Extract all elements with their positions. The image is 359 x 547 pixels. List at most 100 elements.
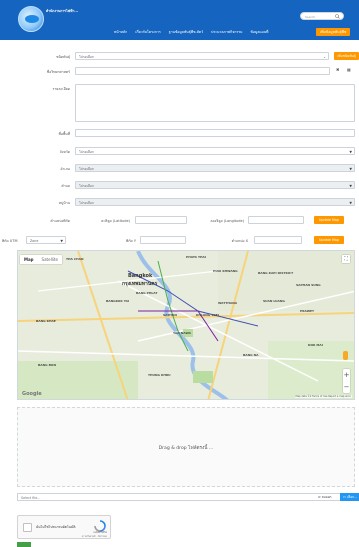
province-label: จังหวัด bbox=[59, 150, 70, 154]
village-select-value: โปรดเลือก bbox=[79, 200, 94, 205]
district-select[interactable]: โปรดเลือก ▼ bbox=[75, 164, 355, 172]
map-place-label: HUAI KHWANG bbox=[213, 269, 238, 273]
recaptcha-label: ฉันไม่ใช่โปรแกรมอัตโนมัติ bbox=[36, 525, 76, 529]
subdistrict-select[interactable]: โปรดเลือก ▼ bbox=[75, 181, 355, 189]
map-tab-map[interactable]: Map bbox=[20, 255, 38, 264]
caret-down-icon: ▼ bbox=[349, 149, 352, 154]
map-type-tabs: Map Satellite bbox=[20, 255, 62, 264]
map-view[interactable]: Map Satellite ⛶ THA CHAN PHAYA THAI HUAI… bbox=[17, 250, 355, 400]
utm-label: พิกัด UTM bbox=[2, 239, 18, 243]
north-label: พิกัด Y bbox=[126, 239, 136, 243]
search-icon[interactable] bbox=[335, 14, 340, 19]
recaptcha-links[interactable]: ความเป็นส่วนตัว - ข้อกำหนด bbox=[82, 535, 107, 538]
close-icon[interactable]: ✖ bbox=[336, 67, 339, 72]
map-attribution[interactable]: Map data ©2 Terms of Use Report a map er… bbox=[294, 395, 352, 398]
sci-name-label: ชื่อวิทยาศาสตร์ bbox=[46, 70, 70, 74]
nav-item-database[interactable]: ฐานข้อมูลพันธุ์พืช-สัตว์ bbox=[165, 30, 207, 35]
recaptcha-checkbox[interactable] bbox=[23, 523, 32, 532]
map-place-label: SUAN LUANG bbox=[263, 299, 285, 303]
fullscreen-icon[interactable]: ⛶ bbox=[342, 255, 350, 263]
type-label: ชนิดพันธุ์ bbox=[56, 55, 70, 59]
map-place-label: BANG KHAE bbox=[36, 319, 56, 323]
site-logo-text: สำนักงานการไฟฟ้า... bbox=[46, 9, 79, 13]
district-label: อำเภอ bbox=[60, 167, 70, 171]
browse-file-button[interactable]: ▭ เลือก... bbox=[340, 493, 359, 501]
north-input[interactable] bbox=[140, 236, 186, 244]
place-label: ชื่อพื้นที่ bbox=[58, 132, 70, 136]
subdistrict-select-value: โปรดเลือก bbox=[79, 183, 94, 188]
map-place-label: BANG KAPI DISTRICT bbox=[258, 271, 294, 275]
grid-icon[interactable]: ▦ bbox=[347, 67, 351, 72]
recaptcha-widget: ฉันไม่ใช่โปรแกรมอัตโนมัติ reCAPTCHA ความ… bbox=[17, 515, 111, 539]
zoom-out-button[interactable]: − bbox=[343, 381, 350, 393]
description-label: รายละเอียด bbox=[52, 87, 70, 91]
browse-label: เลือก... bbox=[346, 495, 358, 499]
map-place-label: SAPHAN SUNG bbox=[296, 283, 321, 287]
lat-input[interactable] bbox=[135, 216, 187, 224]
description-textarea[interactable] bbox=[75, 84, 355, 122]
coord-label: ตำแหน่งพิกัด bbox=[50, 219, 70, 223]
village-select[interactable]: โปรดเลือก ▼ bbox=[75, 198, 355, 206]
nav-item-home[interactable]: หน้าหลัก bbox=[110, 30, 131, 35]
map-place-label: BANG NA bbox=[243, 353, 259, 357]
map-place-label: SATHON bbox=[163, 313, 177, 317]
caret-down-icon: ▼ bbox=[349, 166, 352, 171]
file-input-placeholder: Select file... bbox=[21, 495, 41, 500]
zone-select[interactable]: Zone ▼ bbox=[26, 236, 66, 244]
site-logo[interactable] bbox=[18, 6, 44, 32]
caret-down-icon: ▼ bbox=[349, 183, 352, 188]
site-header: สำนักงานการไฟฟ้า... Search หน้าหลัก เกี่… bbox=[0, 0, 359, 40]
province-select[interactable]: โปรดเลือก ▼ bbox=[75, 147, 355, 155]
east-label: ตำแหน่ง X bbox=[231, 239, 248, 243]
map-place-label: PRAWET bbox=[300, 309, 315, 313]
map-place-label: THUNG KHRU bbox=[148, 373, 171, 377]
map-place-label: WATTHANA bbox=[218, 301, 238, 305]
add-type-button[interactable]: เพิ่มชนิดพันธุ์ bbox=[334, 52, 359, 60]
recaptcha-brand: reCAPTCHA bbox=[93, 531, 107, 534]
lng-label: ลองจิจูด (Longitude) bbox=[210, 219, 244, 223]
district-select-value: โปรดเลือก bbox=[79, 166, 94, 171]
submit-button[interactable] bbox=[17, 542, 31, 547]
google-logo: Google bbox=[22, 391, 42, 397]
map-place-label: YAN NAWA bbox=[173, 331, 191, 335]
place-input[interactable] bbox=[75, 129, 355, 137]
file-input[interactable]: Select file... ⊘ ลบออก ▭ เลือก... bbox=[17, 493, 359, 501]
nav-item-gallery[interactable]: ประมวลภาพกิจกรรม bbox=[207, 30, 246, 35]
search-input[interactable]: Search bbox=[300, 12, 344, 20]
map-place-label: PHAYA THAI bbox=[186, 255, 206, 259]
lng-input[interactable] bbox=[248, 216, 304, 224]
map-place-label: BANG BON bbox=[38, 363, 56, 367]
file-dropzone[interactable]: Drag & drop ไฟล์ตรงนี้ … bbox=[17, 407, 355, 487]
dropzone-text: Drag & drop ไฟล์ตรงนี้ … bbox=[158, 446, 214, 451]
village-label: หมู่บ้าน bbox=[58, 201, 70, 205]
map-tab-satellite[interactable]: Satellite bbox=[38, 255, 62, 264]
east-input[interactable] bbox=[254, 236, 302, 244]
street-view-pegman-icon[interactable] bbox=[343, 351, 348, 360]
clear-file-button[interactable]: ⊘ ลบออก bbox=[318, 494, 340, 500]
lat-label: ละติจูด (Latitude) bbox=[101, 219, 130, 223]
province-select-value: โปรดเลือก bbox=[79, 149, 94, 154]
caret-down-icon: ▼ bbox=[60, 238, 63, 243]
type-select-value: โปรดเลือก bbox=[79, 54, 94, 59]
zoom-controls: + − bbox=[343, 369, 350, 393]
map-place-label: KHLONG TOEI bbox=[196, 313, 219, 317]
map-place-label: BANG PHLAT bbox=[136, 291, 158, 295]
update-map-button[interactable]: Update Map bbox=[314, 216, 344, 224]
nav-item-add-species[interactable]: เพิ่มข้อมูลพันธุ์พืช bbox=[316, 28, 351, 36]
main-nav: หน้าหลัก เกี่ยวกับโครงการ ฐานข้อมูลพันธุ… bbox=[110, 28, 351, 36]
chevron-down-icon: ⌄ bbox=[323, 54, 326, 59]
subdistrict-label: ตำบล bbox=[61, 184, 70, 188]
caret-down-icon: ▼ bbox=[349, 200, 352, 205]
type-select[interactable]: โปรดเลือก ⌄ bbox=[75, 52, 329, 60]
zone-select-value: Zone bbox=[30, 238, 39, 243]
map-place-label: THA CHAN bbox=[66, 257, 84, 261]
sci-name-input[interactable] bbox=[75, 67, 330, 75]
update-map-utm-button[interactable]: Update Map bbox=[314, 236, 344, 244]
map-canvas bbox=[18, 251, 354, 399]
nav-item-about[interactable]: เกี่ยวกับโครงการ bbox=[131, 30, 164, 35]
search-placeholder: Search bbox=[305, 14, 316, 19]
map-city-label-en: Bangkok bbox=[128, 273, 153, 279]
zoom-in-button[interactable]: + bbox=[343, 369, 350, 381]
map-place-label: DOK MAI bbox=[308, 343, 323, 347]
nav-item-map[interactable]: ข้อมูลแผนที่ bbox=[246, 30, 272, 35]
